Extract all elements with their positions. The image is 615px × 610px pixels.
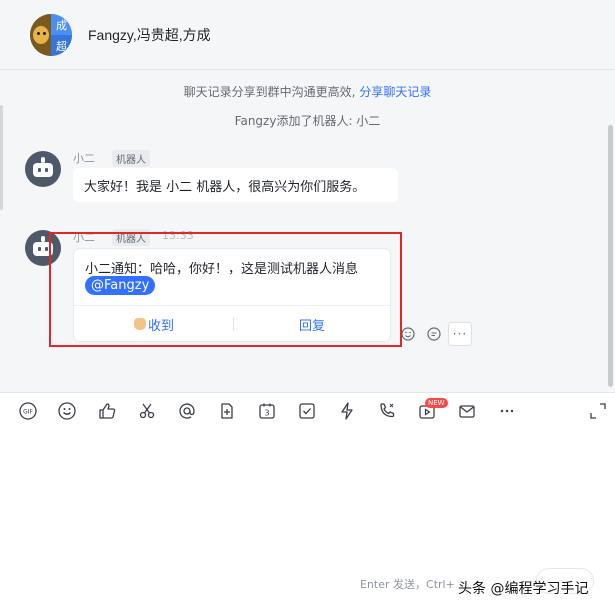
- group-avatar[interactable]: 成 超: [30, 14, 72, 56]
- phone-icon[interactable]: [377, 401, 397, 421]
- bot-added-notice: Fangzy添加了机器人: 小二: [234, 114, 381, 128]
- emoji-icon[interactable]: [57, 401, 77, 421]
- mail-icon[interactable]: [457, 401, 477, 421]
- chat-title[interactable]: Fangzy,冯贵超,方成: [88, 25, 211, 45]
- highlight-box: [49, 232, 402, 347]
- more-icon[interactable]: [497, 401, 517, 421]
- message-bubble[interactable]: 大家好！我是 小二 机器人，很高兴为你们服务。: [73, 168, 398, 202]
- scissors-icon[interactable]: [137, 401, 157, 421]
- input-toolbar: GIF 3: [0, 392, 615, 428]
- new-badge: NEW: [425, 398, 448, 408]
- bot-tag: 机器人: [112, 150, 150, 167]
- gif-icon[interactable]: GIF: [18, 401, 38, 421]
- message-scrollbar[interactable]: [608, 125, 613, 387]
- monkey-avatar-part: [30, 14, 51, 56]
- expand-icon[interactable]: [588, 401, 608, 421]
- message-actions: ···: [396, 322, 472, 346]
- checkbox-icon[interactable]: [297, 401, 317, 421]
- bot-avatar[interactable]: [25, 151, 61, 187]
- chat-header: 成 超 Fangzy,冯贵超,方成: [0, 0, 615, 70]
- comment-icon[interactable]: [422, 322, 446, 346]
- watermark: 头条 @编程学习手记: [458, 581, 589, 597]
- avatar-char-2: 超: [51, 35, 72, 56]
- avatar-char-1: 成: [51, 14, 72, 35]
- calendar-icon[interactable]: 3: [257, 401, 277, 421]
- send-hint: Enter 发送，Ctrl+: [360, 578, 455, 591]
- svg-text:GIF: GIF: [23, 409, 33, 416]
- lightning-icon[interactable]: [337, 401, 357, 421]
- thumbs-up-icon[interactable]: [97, 401, 117, 421]
- file-plus-icon[interactable]: [217, 401, 237, 421]
- sender-name[interactable]: 小二: [73, 150, 95, 166]
- share-tip-text: 聊天记录分享到群中沟通更高效,: [183, 85, 356, 99]
- share-tip: 聊天记录分享到群中沟通更高效, 分享聊天记录: [0, 83, 615, 100]
- more-actions-button[interactable]: ···: [448, 322, 472, 346]
- at-icon[interactable]: [177, 401, 197, 421]
- share-history-link[interactable]: 分享聊天记录: [359, 85, 431, 99]
- calendar-day: 3: [264, 409, 269, 418]
